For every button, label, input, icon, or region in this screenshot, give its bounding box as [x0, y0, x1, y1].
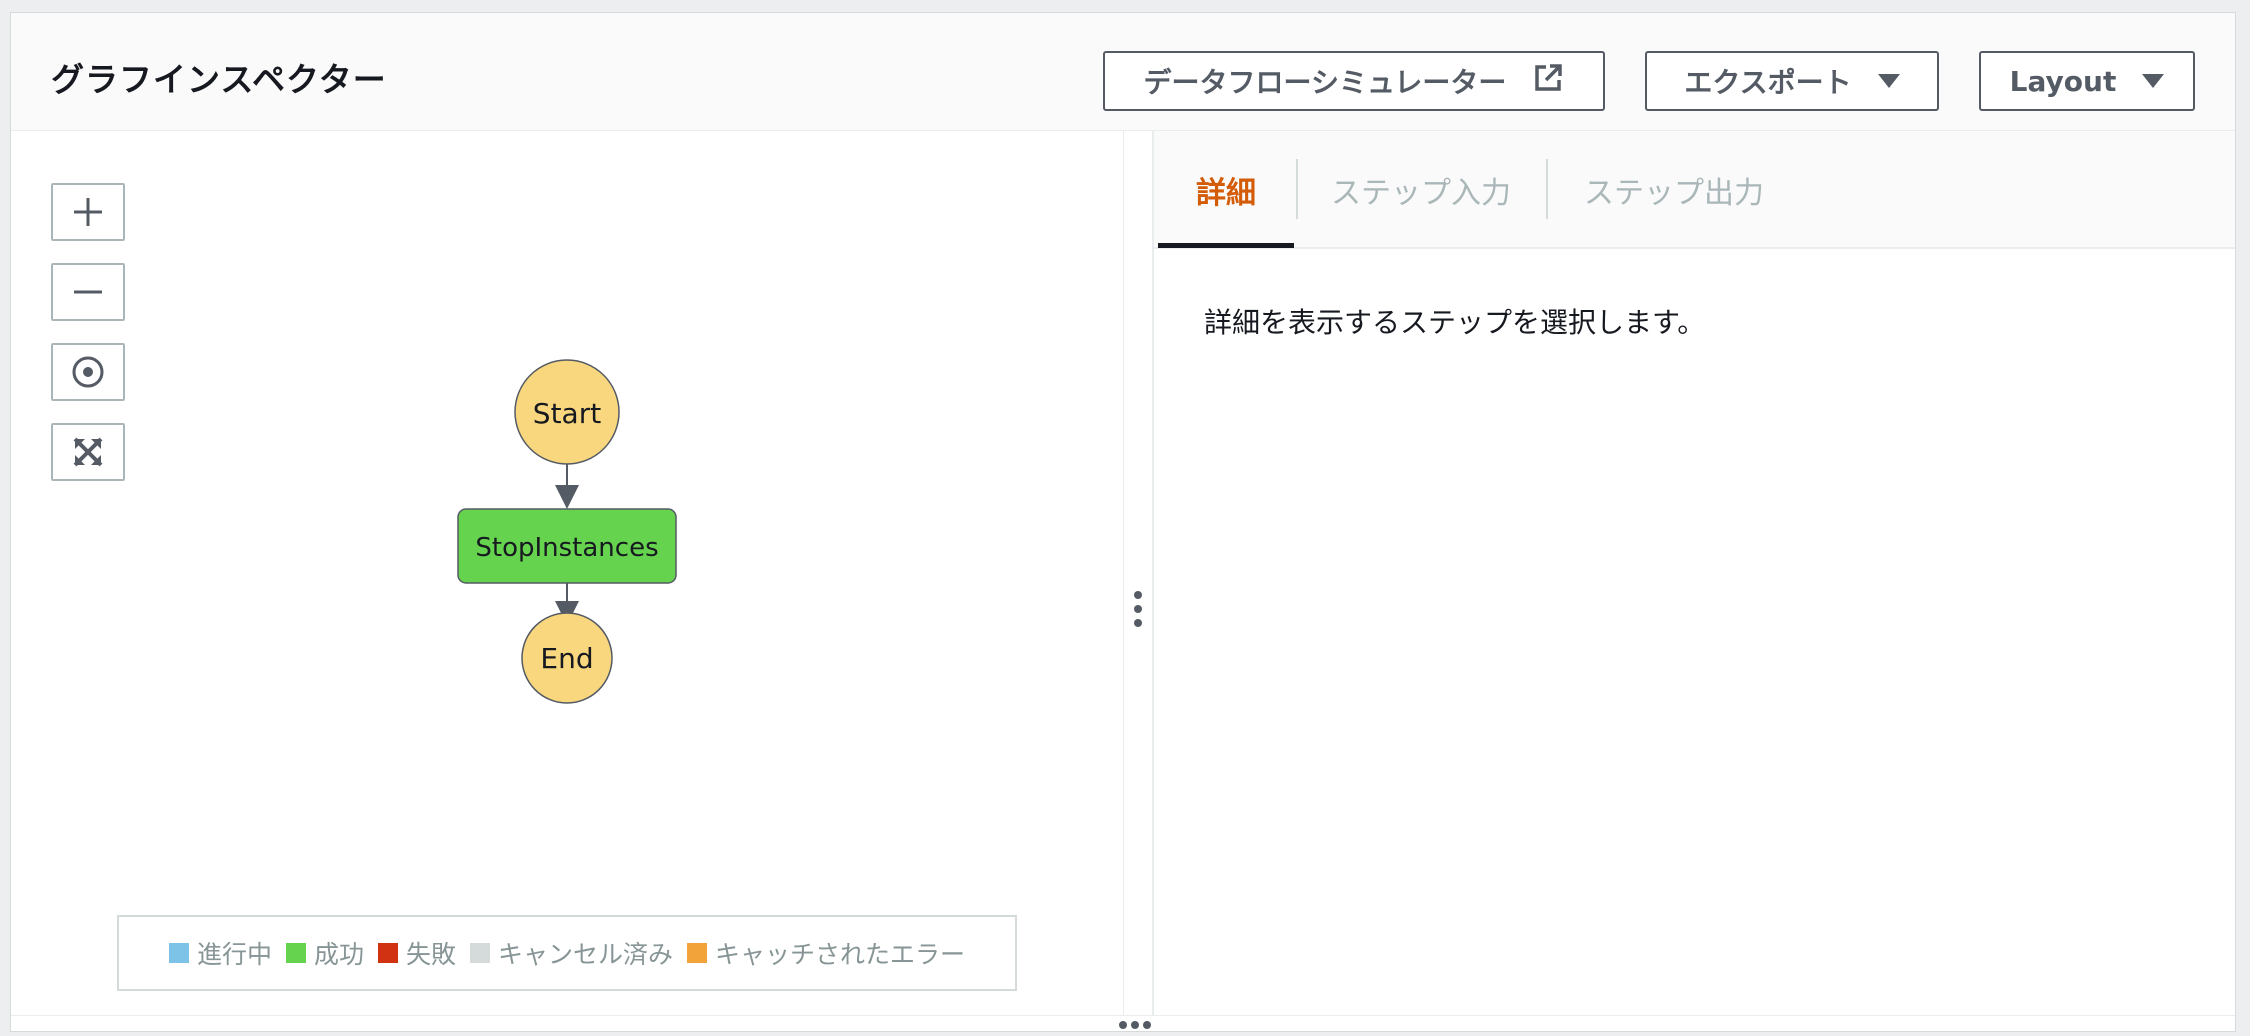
node-end-label: End — [540, 642, 593, 675]
export-button-label: エクスポート — [1684, 66, 1852, 99]
external-link-icon — [1532, 62, 1564, 101]
legend-label: キャンセル済み — [498, 940, 674, 969]
tab-step-output[interactable]: ステップ出力 — [1548, 131, 1800, 249]
data-flow-simulator-button[interactable]: データフローシミュレーター — [1103, 51, 1605, 111]
legend-label: 進行中 — [196, 940, 272, 969]
active-tab-indicator — [1158, 243, 1294, 248]
legend-item-caught-error: キャッチされたエラー — [687, 935, 965, 971]
layout-button-label: Layout — [2009, 64, 2117, 98]
legend-swatch — [377, 943, 398, 963]
export-button[interactable]: エクスポート — [1645, 51, 1939, 111]
layout-button[interactable]: Layout — [1979, 51, 2195, 111]
horizontal-dots-icon — [1119, 1021, 1151, 1029]
graph-inspector-panel: グラフインスペクター データフローシミュレーター エクスポート Layout S… — [10, 12, 2236, 1032]
legend-item-cancelled: キャンセル済み — [470, 935, 673, 971]
legend-item-in-progress: 進行中 — [168, 935, 272, 971]
legend-label: キャッチされたエラー — [715, 940, 966, 969]
panel-header: グラフインスペクター データフローシミュレーター エクスポート Layout — [11, 13, 2235, 131]
tab-step-input[interactable]: ステップ入力 — [1298, 131, 1544, 249]
legend-label: 成功 — [313, 940, 364, 969]
node-task-label: StopInstances — [475, 533, 658, 563]
node-start-label: Start — [533, 397, 601, 430]
tab-details[interactable]: 詳細 — [1158, 131, 1294, 249]
legend-swatch — [687, 943, 708, 963]
details-message: 詳細を表示するステップを選択します。 — [1204, 306, 1706, 339]
legend-item-failed: 失敗 — [377, 935, 456, 971]
vertical-dots-icon — [1134, 591, 1142, 627]
legend-swatch — [285, 943, 306, 963]
caret-down-icon — [2142, 74, 2165, 88]
caret-down-icon — [1877, 74, 1900, 88]
state-machine-graph: Start StopInstances End — [457, 359, 677, 704]
details-pane: 詳細 ステップ入力 ステップ出力 詳細を表示するステップを選択します。 — [1154, 131, 2235, 1015]
node-stopinstances[interactable]: StopInstances — [457, 508, 677, 584]
graph-canvas[interactable]: Start StopInstances End 進行中 成功 失敗 キャンセル済… — [11, 131, 1123, 1015]
legend-item-succeeded: 成功 — [285, 935, 364, 971]
node-start[interactable]: Start — [514, 359, 620, 465]
legend-swatch — [168, 943, 189, 963]
page-title: グラフインスペクター — [51, 60, 387, 99]
legend-label: 失敗 — [405, 940, 456, 969]
legend-swatch — [470, 943, 490, 963]
status-legend: 進行中 成功 失敗 キャンセル済み キャッチされたエラー — [117, 915, 1017, 991]
vertical-resize-handle[interactable] — [1124, 131, 1152, 1015]
data-flow-simulator-label: データフローシミュレーター — [1143, 66, 1507, 99]
node-end[interactable]: End — [521, 612, 613, 704]
details-tabs: 詳細 ステップ入力 ステップ出力 — [1154, 131, 2235, 249]
horizontal-resize-handle[interactable] — [11, 1015, 2235, 1031]
